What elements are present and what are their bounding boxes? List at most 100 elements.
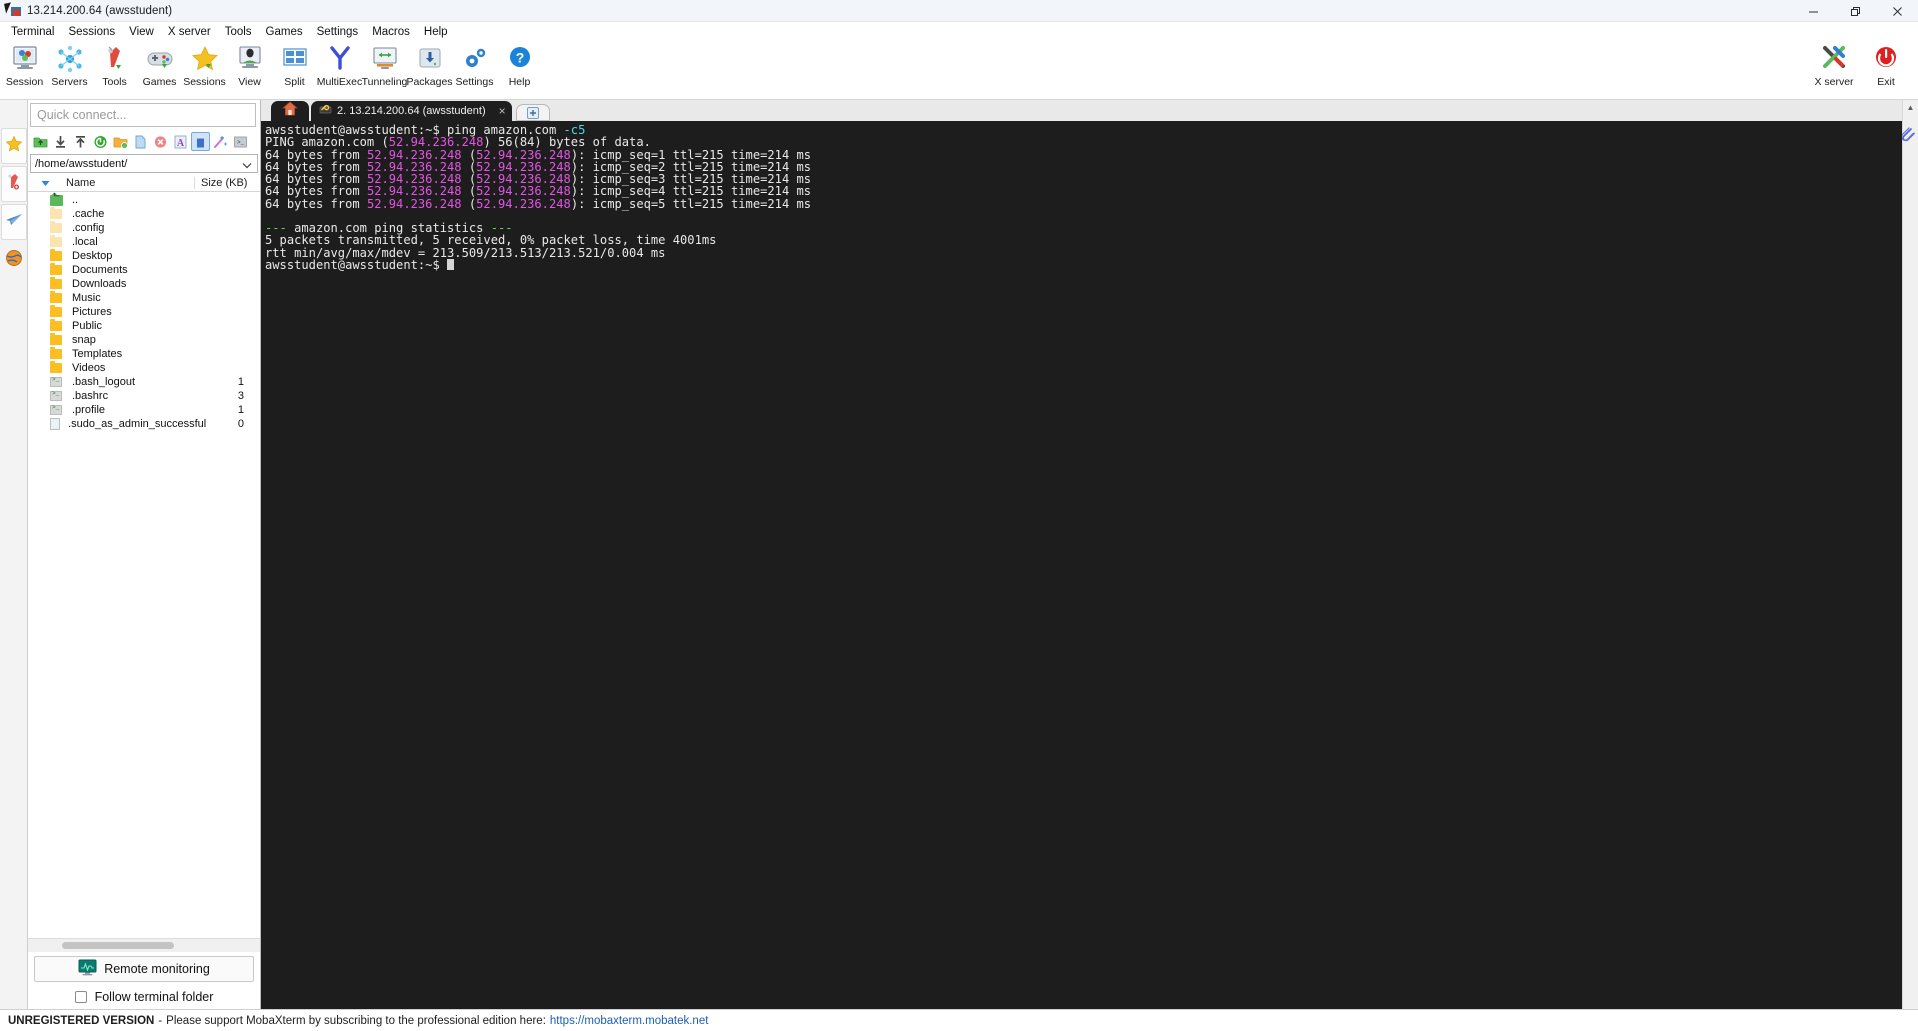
menu-settings[interactable]: Settings [310,23,366,41]
menu-sessions[interactable]: Sessions [61,23,122,41]
terminal-box-icon[interactable]: >_ [231,132,250,151]
toolbar-multiexec-button[interactable]: MultiExec [317,41,362,97]
terminal-text: 64 bytes from [265,196,367,211]
toolbar-xserver-button[interactable]: X server [1808,41,1860,97]
close-icon[interactable] [1876,0,1918,22]
text-a-icon[interactable]: A [171,132,190,151]
help-icon: ? [503,44,537,74]
minimize-icon[interactable] [1792,0,1834,22]
toolbar-help-button[interactable]: ? Help [497,41,542,97]
menu-tools[interactable]: Tools [218,23,259,41]
file-row[interactable]: .config [28,221,260,235]
folder-up-icon[interactable] [31,132,50,151]
file-name: .local [72,236,98,248]
sidebar-item-favorites[interactable] [0,128,27,164]
window-title: 13.214.200.64 (awsstudent) [27,4,173,17]
file-row[interactable]: .sudo_as_admin_successful 0 [28,417,260,431]
file-name: Templates [72,348,123,360]
file-row[interactable]: snap [28,333,260,347]
toolbar-tunneling-button[interactable]: Tunneling [362,41,407,97]
file-name: Pictures [72,306,112,318]
folder-icon [50,333,72,345]
follow-terminal-folder-checkbox[interactable] [74,991,87,1003]
file-row[interactable]: .. [28,192,260,207]
svg-text:A: A [177,138,185,149]
new-folder-icon[interactable] [111,132,130,151]
remote-path-input[interactable]: /home/awsstudent/ [30,154,258,173]
toolbar-games-button[interactable]: Games [137,41,182,97]
file-row[interactable]: .bashrc 3 [28,389,260,403]
session-tab[interactable]: 2. 13.214.200.64 (awsstudent) × [311,101,512,121]
remote-file-list[interactable]: .. .cache .config .local Desktop Documents Dow… [28,192,260,938]
menu-help[interactable]: Help [417,23,455,41]
file-row[interactable]: Music [28,291,260,305]
restore-icon[interactable] [1834,0,1876,22]
file-row[interactable]: Videos [28,361,260,375]
main-toolbar: Session Servers Tools Games Sessions Vie… [0,41,1918,142]
terminal-output[interactable]: awsstudent@awsstudent:~$ ping amazon.com… [261,121,1902,1009]
file-size: 3 [237,390,244,402]
binary-mode-icon[interactable] [191,132,210,151]
file-row[interactable]: Desktop [28,249,260,263]
sftp-bottom-controls: Remote monitoring Follow terminal folder [28,938,260,1009]
toolbar-session-button[interactable]: Session [2,41,47,97]
toolbar-sessions-button[interactable]: Sessions [182,41,227,97]
new-tab-button[interactable] [515,104,550,121]
quick-connect-input[interactable]: Quick connect... [30,103,256,127]
menu-x-server[interactable]: X server [161,23,218,41]
close-icon[interactable]: × [499,104,506,118]
toolbar-tunneling-label: Tunneling [361,76,408,88]
file-row[interactable]: Downloads [28,277,260,291]
follow-terminal-folder-label: Follow terminal folder [94,990,214,1004]
file-row[interactable]: .profile 1 [28,403,260,417]
upload-arrow-icon[interactable] [71,132,90,151]
menu-terminal[interactable]: Terminal [4,23,61,41]
script-file-icon [50,376,72,387]
new-file-icon[interactable] [131,132,150,151]
magic-wand-icon[interactable] [211,132,230,151]
menu-view[interactable]: View [122,23,161,41]
column-header-name[interactable]: Name [62,177,194,189]
file-row[interactable]: .bash_logout 1 [28,375,260,389]
file-list-header: Name Size (KB) [28,175,260,192]
column-header-size[interactable]: Size (KB) [194,177,260,189]
sessions-star-icon [188,44,222,74]
file-row[interactable]: Templates [28,347,260,361]
chevron-down-icon[interactable] [242,160,252,172]
toolbar-settings-button[interactable]: Settings [452,41,497,97]
menu-macros[interactable]: Macros [365,23,417,41]
toolbar-split-button[interactable]: Split [272,41,317,97]
toolbar-tools-button[interactable]: Tools [92,41,137,97]
toolbar-packages-button[interactable]: Packages [406,41,453,97]
sftp-panel: Quick connect... A >_ /home/awsstudent/ … [28,100,261,1009]
scrollbar-thumb[interactable] [62,942,174,949]
file-name: Documents [72,264,128,276]
toolbar-exit-button[interactable]: Exit [1860,41,1912,97]
terminal-scrollbar[interactable]: ▲ [1902,100,1918,1009]
svg-text:?: ? [515,50,524,66]
download-arrow-icon[interactable] [51,132,70,151]
toolbar-view-button[interactable]: View [227,41,272,97]
menu-games[interactable]: Games [259,23,310,41]
file-list-horizontal-scrollbar[interactable] [28,938,260,952]
games-icon [143,44,177,74]
delete-x-icon[interactable] [151,132,170,151]
sort-direction-icon[interactable] [28,180,62,187]
mobaxterm-window: 13.214.200.64 (awsstudent) Terminal Sess… [0,0,1918,1031]
file-row[interactable]: Documents [28,263,260,277]
refresh-icon[interactable] [91,132,110,151]
sidebar-item-tools[interactable] [1,242,27,278]
file-row[interactable]: Public [28,319,260,333]
file-row[interactable]: .local [28,235,260,249]
file-row[interactable]: Pictures [28,305,260,319]
file-row[interactable]: .cache [28,207,260,221]
sidebar-item-sftp[interactable] [0,166,27,202]
mobaxterm-link[interactable]: https://mobaxterm.mobatek.net [550,1015,709,1027]
remote-monitoring-button[interactable]: Remote monitoring [34,956,254,982]
home-tab[interactable] [271,101,309,121]
follow-terminal-folder-row[interactable]: Follow terminal folder [28,985,260,1009]
toolbar-servers-button[interactable]: Servers [47,41,92,97]
scroll-up-icon[interactable]: ▲ [1907,100,1915,114]
monitor-chart-icon [78,959,97,979]
sidebar-item-macros[interactable] [0,204,27,240]
